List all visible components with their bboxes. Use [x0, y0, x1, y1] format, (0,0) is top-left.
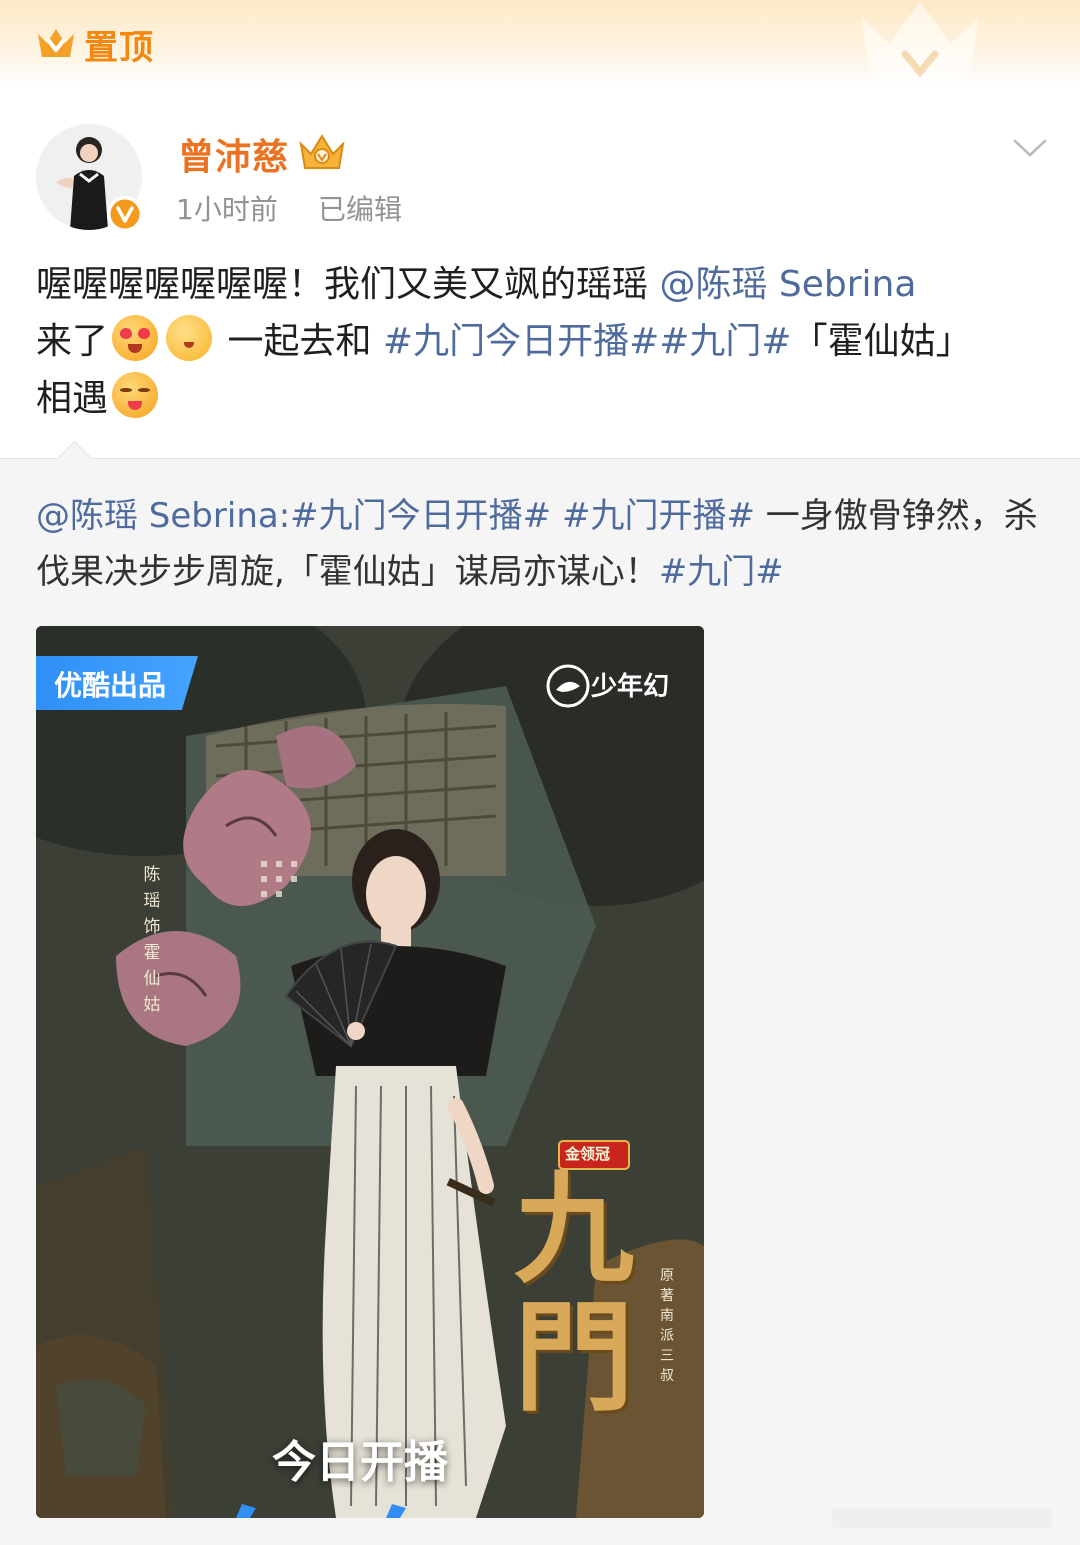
crown-watermark-icon: [861, 2, 979, 86]
chevron-down-icon[interactable]: [1012, 136, 1048, 160]
edited-label[interactable]: 已编辑: [318, 188, 402, 228]
post-text-meet: 相遇: [36, 378, 109, 419]
repost-space: [551, 496, 562, 536]
hashtag-link[interactable]: #九门#: [659, 552, 784, 592]
verified-badge-icon: [107, 196, 143, 232]
author-name[interactable]: 曾沛慈: [178, 128, 289, 180]
post-text-intro: 喔喔喔喔喔喔喔！我们又美又飒的瑶瑶: [36, 264, 660, 305]
pinned-banner: 置顶: [0, 0, 1080, 86]
poster-image[interactable]: 优酷出品 少年幻 陈瑶饰霍仙姑 金领冠 九門 原著南派三叔 今日开播: [36, 626, 704, 1518]
blush-emoji-icon: [166, 315, 213, 361]
mention-link[interactable]: @陈瑶 Sebrina: [36, 496, 279, 536]
vip-crown-icon[interactable]: [297, 132, 347, 174]
repost-separator: :: [278, 496, 291, 536]
watermark: [832, 1508, 1052, 1528]
mention-link[interactable]: @陈瑶 Sebrina: [659, 264, 916, 305]
post-text: 喔喔喔喔喔喔喔！我们又美又飒的瑶瑶 @陈瑶 Sebrina 来了 一起去和 #九…: [36, 256, 1046, 427]
author-credit: 原著南派三叔: [660, 1268, 674, 1384]
cast-name: 陈瑶饰霍仙姑: [143, 865, 161, 1015]
hashtag-link[interactable]: #九门#: [659, 321, 791, 362]
post-text-character: 「霍仙姑」: [791, 321, 972, 362]
post-text-together: 一起去和: [216, 321, 383, 362]
hug-love-emoji-icon: [112, 372, 159, 418]
crown-icon: [38, 29, 74, 57]
hashtag-link[interactable]: #九门开播#: [562, 496, 755, 536]
premiere-label: 今日开播: [272, 1437, 448, 1488]
hashtag-link[interactable]: #九门今日开播#: [290, 496, 551, 536]
pinned-label: 置顶: [84, 28, 154, 68]
studio-label: 少年幻: [591, 672, 670, 702]
repost-text: @陈瑶 Sebrina:#九门今日开播# #九门开播# 一身傲骨铮然，杀伐果决步…: [36, 488, 1046, 600]
post-time: 1小时前: [176, 193, 278, 226]
platform-logo-strip: [236, 1504, 406, 1518]
post-text-come: 来了: [36, 321, 109, 362]
hashtag-link[interactable]: #九门今日开播#: [383, 321, 659, 362]
youku-tag-label: 优酷出品: [54, 669, 167, 702]
heart-eyes-emoji-icon: [112, 315, 159, 361]
